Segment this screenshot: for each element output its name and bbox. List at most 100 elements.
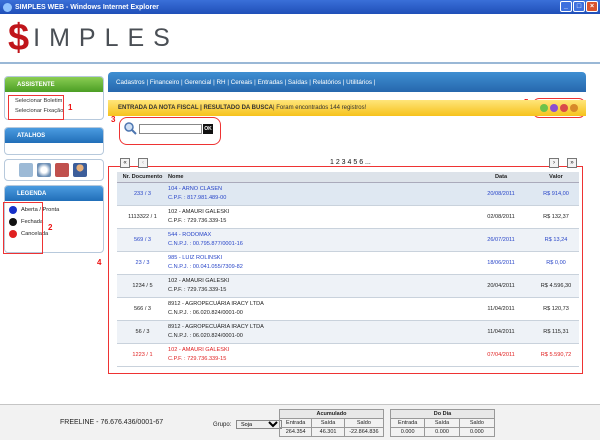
first-page-button[interactable]: « — [120, 158, 130, 168]
doc-cell: 566 / 3 — [117, 297, 164, 321]
banner-count: | Foram encontrados 144 registros! — [273, 105, 367, 111]
grupo-label: Grupo: — [213, 422, 232, 428]
value-cell: R$ 4.596,30 — [529, 274, 579, 298]
window-title: SIMPLES WEB - Windows Internet Explorer — [15, 3, 159, 11]
pagination[interactable]: 1 2 3 4 5 6 ... — [330, 159, 371, 166]
tax-id-text: C.N.P.J. : 00.795.877/0001-16 — [168, 240, 243, 247]
grupo-filter: Grupo: Soja — [213, 420, 283, 429]
annotation-label-4: 4 — [97, 258, 102, 267]
name-text: 102 - AMAURI GALESKI — [168, 346, 230, 353]
doc-cell: 1234 / 5 — [117, 274, 164, 298]
name-cell: 8912 - AGROPECUÁRIA IRACY LTDA C.N.P.J. :… — [164, 297, 469, 321]
shortcut-icons — [4, 159, 104, 181]
date-cell: 18/06/2011 — [469, 251, 529, 275]
col-nome[interactable]: Nome — [164, 172, 469, 183]
table-row[interactable]: 56 / 3 8912 - AGROPECUÁRIA IRACY LTDA C.N.… — [117, 320, 579, 344]
menu-item[interactable]: Utilitários | — [346, 79, 375, 86]
annotation-label-3: 3 — [111, 115, 116, 124]
dia-saida-value: 0.000 — [425, 428, 460, 436]
next-page-button[interactable]: › — [549, 158, 559, 168]
tax-id-text: C.P.F. : 729.736.339-15 — [168, 286, 227, 293]
name-cell: 102 - AMAURI GALESKI C.P.F. : 729.736.339… — [164, 205, 469, 229]
close-button[interactable]: × — [586, 1, 598, 12]
name-text: 8912 - AGROPECUÁRIA IRACY LTDA — [168, 323, 264, 330]
tax-id-text: C.P.F. : 729.736.339-15 — [168, 355, 227, 362]
menu-item[interactable]: Gerencial | — [184, 79, 216, 86]
user-icon[interactable] — [73, 163, 87, 177]
menu-item[interactable]: Relatórios | — [313, 79, 346, 86]
name-text: 102 - AMAURI GALESKI — [168, 208, 230, 215]
menu-item[interactable]: Cereais | — [231, 79, 258, 86]
assistente-header: ASSISTENTE — [5, 77, 103, 92]
edit-icon[interactable] — [550, 104, 558, 112]
name-cell: 102 - AMAURI GALESKI C.P.F. : 729.736.339… — [164, 343, 469, 367]
banner-title: ENTRADA DA NOTA FISCAL | RESULTADO DA BU… — [118, 105, 274, 111]
value-cell: R$ 115,31 — [529, 320, 579, 344]
name-cell: 544 - RODOMAX C.N.P.J. : 00.795.877/0001-… — [164, 228, 469, 252]
table-row[interactable]: 233 / 3 104 - ARNO CLASEN C.P.F. : 817.981… — [117, 182, 579, 206]
table-row[interactable]: 569 / 3 544 - RODOMAX C.N.P.J. : 00.795.87… — [117, 228, 579, 252]
search-icon — [124, 122, 137, 135]
menu-item[interactable]: Saídas | — [288, 79, 313, 86]
tax-id-text: C.P.F. : 817.981.489-00 — [168, 194, 227, 201]
col-data[interactable]: Data — [469, 172, 529, 183]
date-cell: 26/07/2011 — [469, 228, 529, 252]
menu-item[interactable]: Entradas | — [258, 79, 288, 86]
table-row[interactable]: 1113322 / 1 102 - AMAURI GALESKI C.P.F. : … — [117, 205, 579, 229]
doc-cell: 56 / 3 — [117, 320, 164, 344]
date-cell: 11/04/2011 — [469, 297, 529, 321]
add-icon[interactable] — [540, 104, 548, 112]
last-page-button[interactable]: » — [567, 158, 577, 168]
calendar-icon[interactable] — [55, 163, 69, 177]
value-cell: R$ 5.590,72 — [529, 343, 579, 367]
table-row[interactable]: 1223 / 1 102 - AMAURI GALESKI C.P.F. : 729… — [117, 343, 579, 367]
date-cell: 20/08/2011 — [469, 182, 529, 206]
acumulado-totals: Acumulado Entrada Saída Saldo 264.354 46.30… — [279, 409, 384, 437]
value-cell: R$ 132,37 — [529, 205, 579, 229]
name-text: 985 - LUIZ ROLINSKI — [168, 254, 223, 261]
header-divider — [0, 62, 600, 64]
annotation-label-1: 1 — [68, 103, 73, 112]
doc-cell: 23 / 3 — [117, 251, 164, 275]
search-input[interactable] — [139, 124, 202, 134]
name-cell: 104 - ARNO CLASEN C.P.F. : 817.981.489-00 — [164, 182, 469, 206]
table-row[interactable]: 566 / 3 8912 - AGROPECUÁRIA IRACY LTDA C.N… — [117, 297, 579, 321]
grupo-select[interactable]: Soja — [236, 420, 283, 429]
table-row[interactable]: 23 / 3 985 - LUIZ ROLINSKI C.N.P.J. : 00.0… — [117, 251, 579, 275]
logo-dollar: $ — [8, 17, 30, 59]
tax-id-text: C.N.P.J. : 00.041.055/7309-82 — [168, 263, 243, 270]
minimize-button[interactable]: _ — [560, 1, 572, 12]
table-row[interactable]: 1234 / 5 102 - AMAURI GALESKI C.P.F. : 729… — [117, 274, 579, 298]
atalhos-panel: ATALHOS — [4, 127, 104, 155]
col-documento[interactable]: Nr. Documento — [117, 172, 164, 183]
back-icon[interactable] — [570, 104, 578, 112]
col-valor[interactable]: Valor — [529, 172, 579, 183]
tax-id-text: C.N.P.J. : 06.020.824/0001-00 — [168, 309, 243, 316]
window-titlebar: SIMPLES WEB - Windows Internet Explorer … — [0, 0, 600, 14]
calculator-icon[interactable] — [19, 163, 33, 177]
search-ok-button[interactable]: OK — [203, 124, 213, 134]
value-cell: R$ 120,73 — [529, 297, 579, 321]
company-id: FREELINE - 76.676.436/0001-67 — [60, 419, 164, 426]
delete-icon[interactable] — [560, 104, 568, 112]
dia-entrada-value: 0.000 — [391, 428, 426, 436]
doc-cell: 1223 / 1 — [117, 343, 164, 367]
doc-cell: 1113322 / 1 — [117, 205, 164, 229]
dia-saldo-value: 0.000 — [469, 429, 484, 435]
legenda-header: LEGENDA — [5, 186, 103, 201]
name-text: 104 - ARNO CLASEN — [168, 185, 223, 192]
dodia-title: Do Dia — [391, 410, 494, 419]
name-text: 8912 - AGROPECUÁRIA IRACY LTDA — [168, 300, 264, 307]
prev-page-button[interactable]: ‹ — [138, 158, 148, 168]
acum-col-saldo: Saldo — [356, 420, 371, 426]
name-text: 544 - RODOMAX — [168, 231, 212, 238]
tax-id-text: C.N.P.J. : 06.020.824/0001-00 — [168, 332, 243, 339]
menu-item[interactable]: Cadastros | — [116, 79, 150, 86]
doc-cell: 233 / 3 — [117, 182, 164, 206]
search-icon[interactable] — [37, 163, 51, 177]
result-banner: ENTRADA DA NOTA FISCAL | RESULTADO DA BU… — [108, 100, 586, 116]
maximize-button[interactable]: □ — [573, 1, 585, 12]
menu-item[interactable]: Financeiro | — [150, 79, 185, 86]
menu-item[interactable]: RH | — [216, 79, 230, 86]
acum-col-entrada: Entrada — [280, 419, 313, 427]
